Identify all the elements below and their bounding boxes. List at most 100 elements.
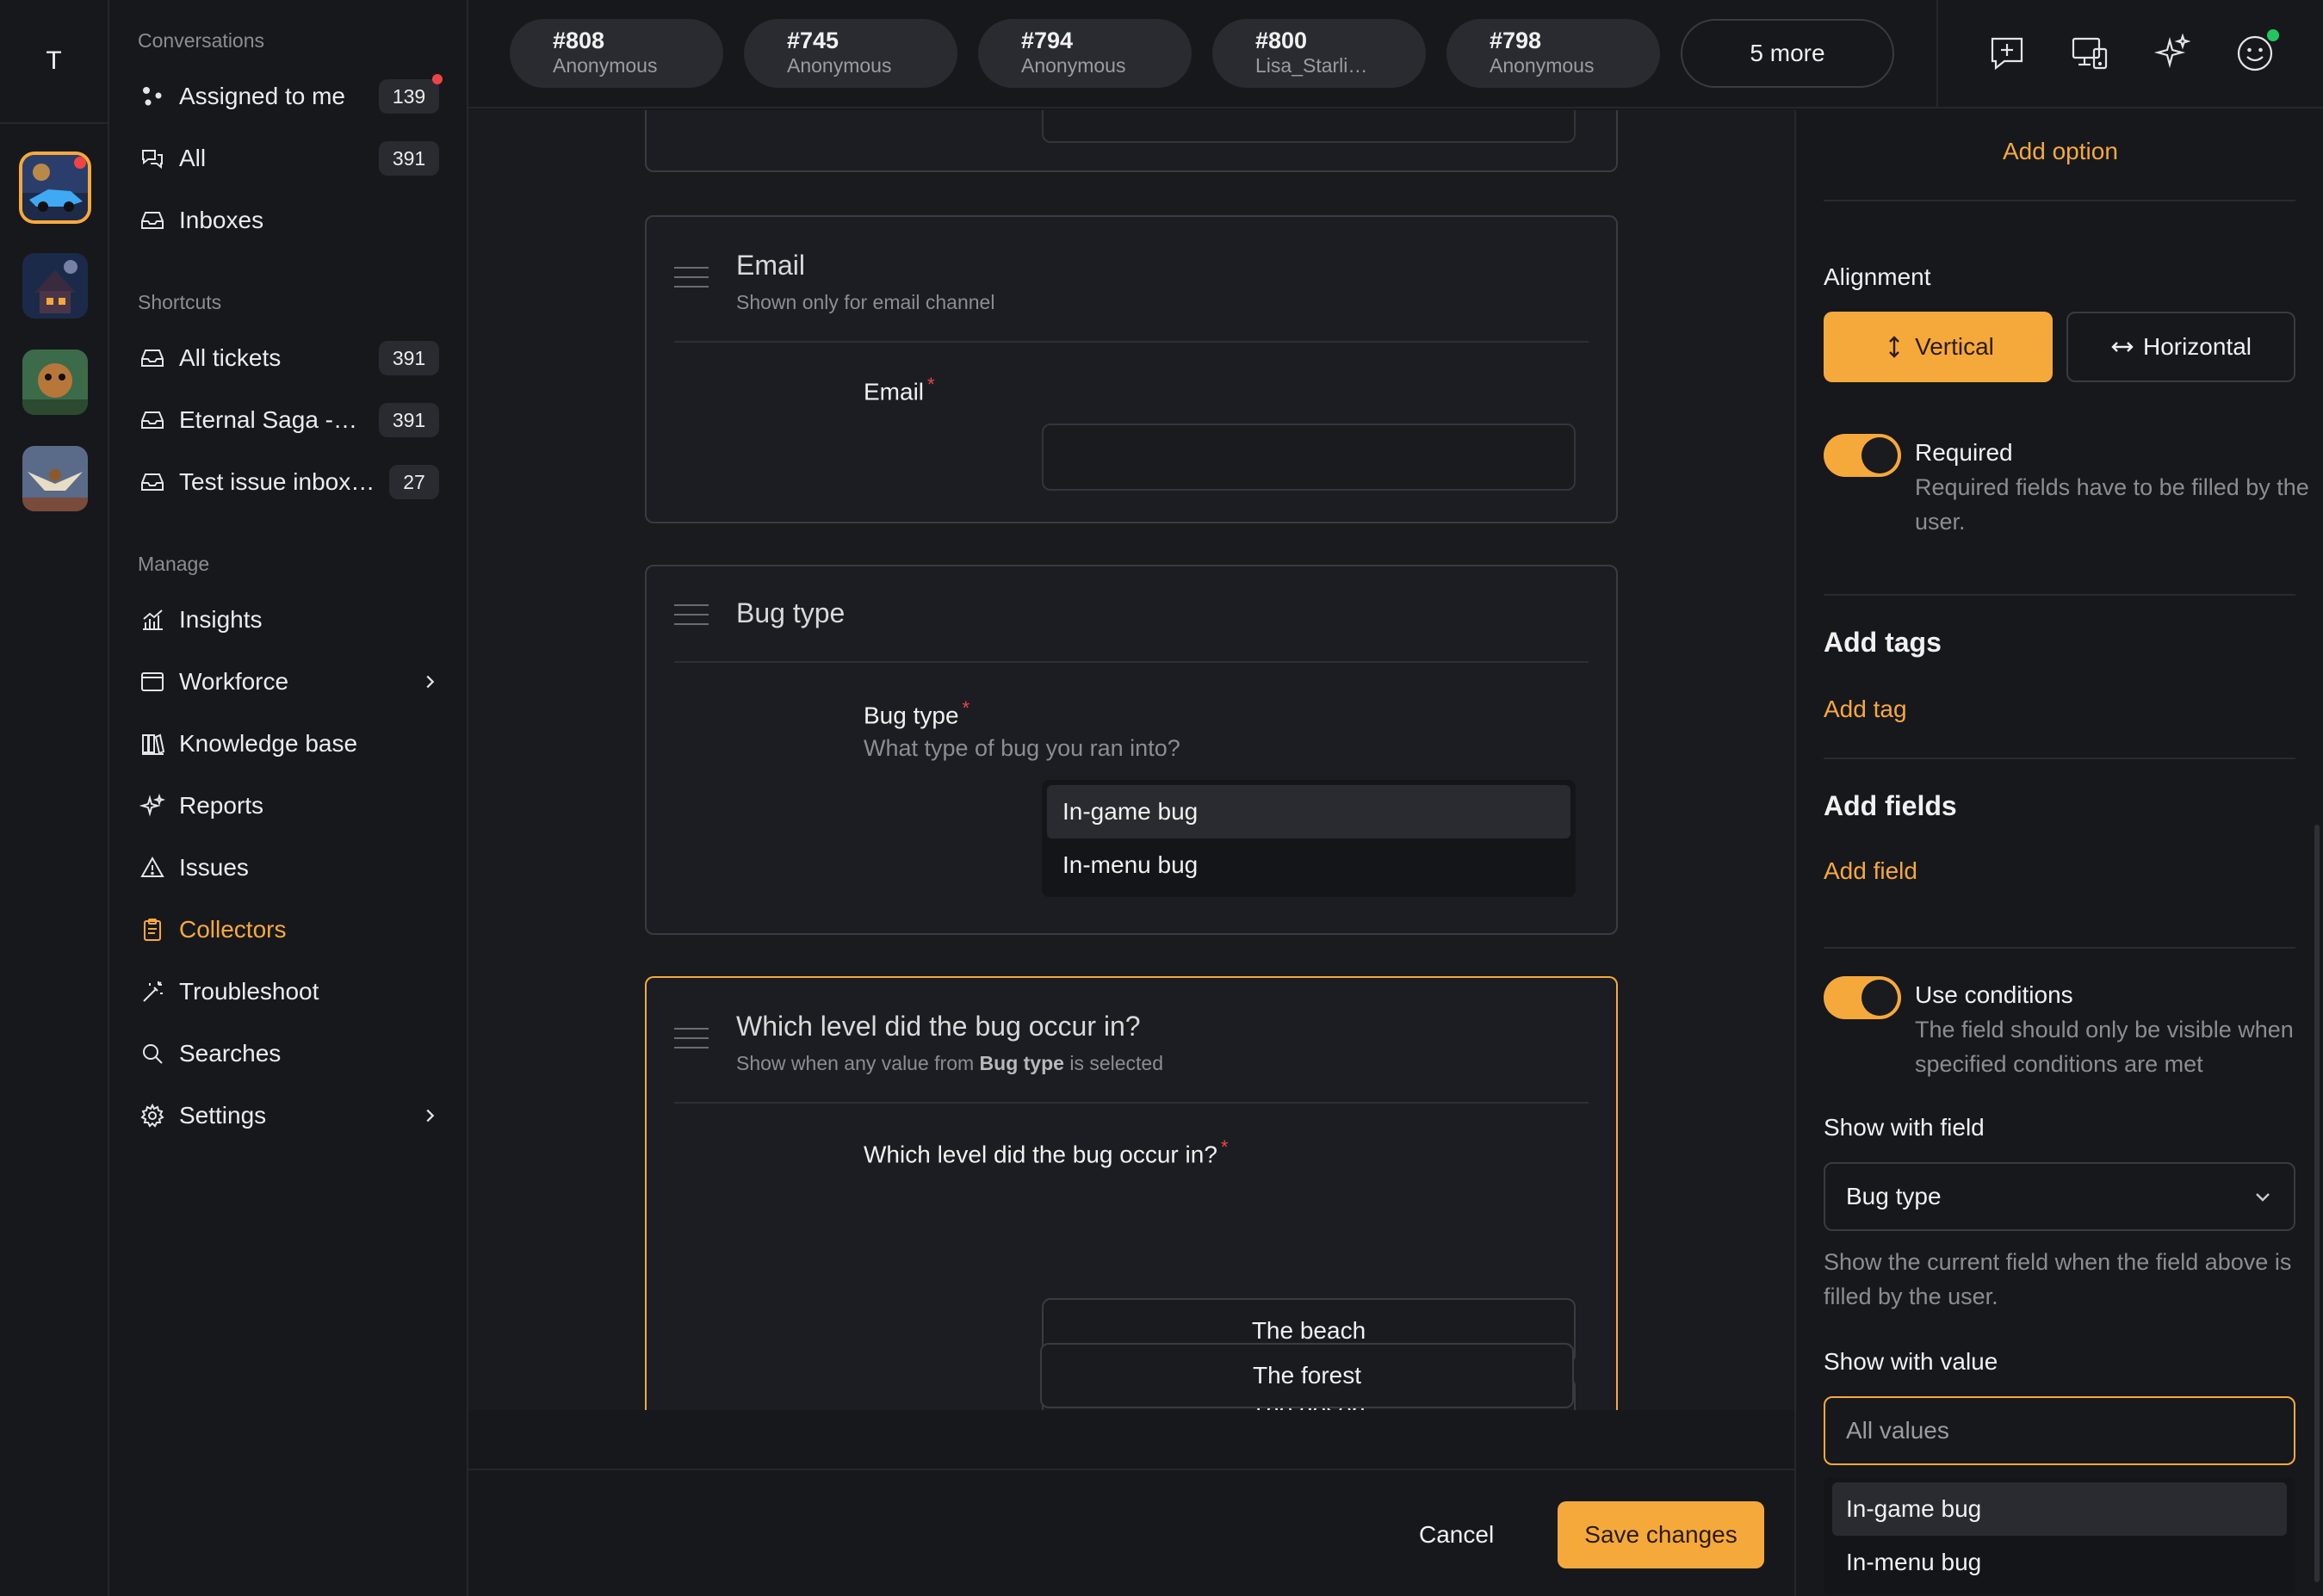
sidebar-item-all-tickets[interactable]: All tickets 391 — [138, 334, 439, 382]
sidebar-item-reports[interactable]: Reports — [138, 782, 439, 830]
sparkle-icon — [138, 791, 167, 820]
conversation-tab-798[interactable]: #798 Anonymous — [1446, 19, 1660, 88]
show-with-field-label: Show with field — [1824, 1114, 1985, 1141]
drag-handle-icon[interactable] — [674, 1028, 709, 1056]
ai-assist-button[interactable] — [2148, 29, 2196, 77]
field-label-level: Which level did the bug occur in? * — [864, 1136, 1229, 1168]
sidebar-item-test-issue-inbox[interactable]: Test issue inbox… 27 — [138, 458, 439, 506]
sidebar-item-assigned-to-me[interactable]: Assigned to me 139 — [138, 72, 443, 121]
conversation-tab-794[interactable]: #794 Anonymous — [978, 19, 1192, 88]
conversation-tab-745[interactable]: #745 Anonymous — [744, 19, 957, 88]
add-tag-link[interactable]: Add tag — [1824, 696, 1907, 723]
game-thumbnail-racing[interactable] — [22, 155, 88, 220]
show-with-field-help: Show the current field when the field ab… — [1824, 1249, 2292, 1309]
game-art-icon — [22, 446, 88, 511]
clipboard-icon — [138, 915, 167, 944]
sidebar-item-settings[interactable]: Settings — [138, 1092, 439, 1140]
inbox-icon — [138, 467, 167, 497]
form-card-previous[interactable] — [645, 110, 1618, 172]
inbox-icon — [138, 343, 167, 373]
sidebar-item-label: Searches — [179, 1040, 282, 1067]
use-conditions-label: Use conditions — [1915, 981, 2073, 1008]
drag-handle-icon[interactable] — [674, 604, 709, 633]
required-mark: * — [962, 697, 970, 719]
show-with-value-options: In-game bug In-menu bug — [1824, 1477, 2295, 1594]
drag-handle-icon[interactable] — [674, 267, 709, 295]
use-conditions-toggle[interactable] — [1824, 976, 1901, 1019]
form-card-bug-type[interactable]: Bug type Bug type * What type of bug you … — [645, 565, 1618, 935]
card-title: Which level did the bug occur in? — [736, 1011, 1141, 1042]
add-option-link[interactable]: Add option — [2003, 138, 2118, 165]
sidebar-item-label: Insights — [179, 606, 263, 633]
sparkle-icon — [2153, 33, 2191, 69]
show-with-field-select[interactable]: Bug type — [1824, 1162, 2295, 1231]
chat-bubbles-icon — [138, 144, 167, 173]
sidebar-item-searches[interactable]: Searches — [138, 1030, 439, 1078]
required-toggle[interactable] — [1824, 434, 1901, 477]
devices-icon — [2072, 37, 2108, 70]
game-thumbnail-eagle[interactable] — [22, 446, 88, 511]
show-with-value-select[interactable]: All values — [1824, 1396, 2295, 1465]
form-card-email[interactable]: Email Shown only for email channel Email… — [645, 215, 1618, 523]
save-changes-button[interactable]: Save changes — [1558, 1501, 1764, 1568]
sidebar-item-label: All tickets — [179, 344, 282, 371]
conversation-tab-800[interactable]: #800 Lisa_Starli… — [1212, 19, 1426, 88]
card-header: Which level did the bug occur in? Show w… — [674, 978, 1589, 1104]
navigation-sidebar: Conversations Assigned to me 139 All 391… — [109, 0, 468, 1596]
previous-field-input[interactable] — [1042, 110, 1576, 143]
option-in-game-bug[interactable]: In-game bug — [1047, 785, 1570, 838]
more-tabs-button[interactable]: 5 more — [1681, 19, 1894, 88]
count-badge: 27 — [389, 465, 439, 499]
game-thumbnail-house[interactable] — [22, 253, 88, 319]
alignment-horizontal-button[interactable]: Horizontal — [2066, 312, 2295, 382]
sidebar-item-insights[interactable]: Insights — [138, 596, 439, 644]
alignment-label: Alignment — [1824, 263, 1931, 290]
assigned-dots-icon — [138, 82, 167, 111]
magic-wand-icon — [138, 977, 167, 1006]
divider — [1824, 594, 2295, 596]
add-fields-title: Add fields — [1824, 790, 1957, 821]
option-the-forest[interactable]: The forest — [1040, 1343, 1574, 1408]
email-input[interactable] — [1042, 424, 1576, 491]
new-conversation-button[interactable] — [1983, 29, 2031, 77]
panel-scrollbar[interactable] — [2314, 825, 2320, 1582]
card-title: Bug type — [736, 597, 846, 628]
cancel-button[interactable]: Cancel — [1397, 1501, 1516, 1568]
show-with-value-label: Show with value — [1824, 1348, 1998, 1375]
sidebar-item-knowledge-base[interactable]: Knowledge base — [138, 720, 439, 768]
section-title-manage: Manage — [138, 553, 210, 575]
sidebar-item-all[interactable]: All 391 — [138, 134, 439, 182]
message-plus-icon — [1991, 37, 2023, 71]
workspace-avatar[interactable]: T — [0, 0, 108, 124]
devices-button[interactable] — [2066, 29, 2114, 77]
section-title-shortcuts: Shortcuts — [138, 291, 222, 313]
notification-dot — [74, 157, 86, 169]
sidebar-item-inboxes[interactable]: Inboxes — [138, 196, 439, 244]
workspace-rail: T — [0, 0, 109, 1596]
count-badge: 391 — [379, 403, 439, 437]
use-conditions-help: The field should only be visible when sp… — [1915, 1017, 2294, 1077]
sidebar-item-label: Troubleshoot — [179, 978, 319, 1005]
sidebar-item-collectors[interactable]: Collectors — [138, 906, 439, 954]
section-title-conversations: Conversations — [138, 29, 265, 52]
option-in-menu-bug[interactable]: In-menu bug — [1047, 838, 1570, 892]
notification-dot — [432, 74, 443, 84]
value-option-in-game-bug[interactable]: In-game bug — [1832, 1482, 2287, 1536]
count-badge: 391 — [379, 141, 439, 176]
conversation-tab-808[interactable]: #808 Anonymous — [510, 19, 723, 88]
alignment-vertical-button[interactable]: Vertical — [1824, 312, 2053, 382]
sidebar-item-label: Settings — [179, 1102, 267, 1129]
required-label: Required — [1915, 439, 2013, 466]
user-profile-button[interactable] — [2231, 29, 2279, 77]
add-field-link[interactable]: Add field — [1824, 857, 1917, 885]
sidebar-item-eternal-saga[interactable]: Eternal Saga -… 391 — [138, 396, 439, 444]
sidebar-item-troubleshoot[interactable]: Troubleshoot — [138, 968, 439, 1016]
value-option-in-menu-bug[interactable]: In-menu bug — [1832, 1536, 2287, 1589]
sidebar-item-workforce[interactable]: Workforce — [138, 658, 439, 706]
inbox-icon — [138, 405, 167, 435]
sidebar-item-issues[interactable]: Issues — [138, 844, 439, 892]
game-thumbnail-creature[interactable] — [22, 350, 88, 415]
sidebar-item-label: Knowledge base — [179, 730, 358, 757]
sidebar-item-label: Issues — [179, 854, 249, 881]
card-header: Bug type — [674, 566, 1589, 663]
